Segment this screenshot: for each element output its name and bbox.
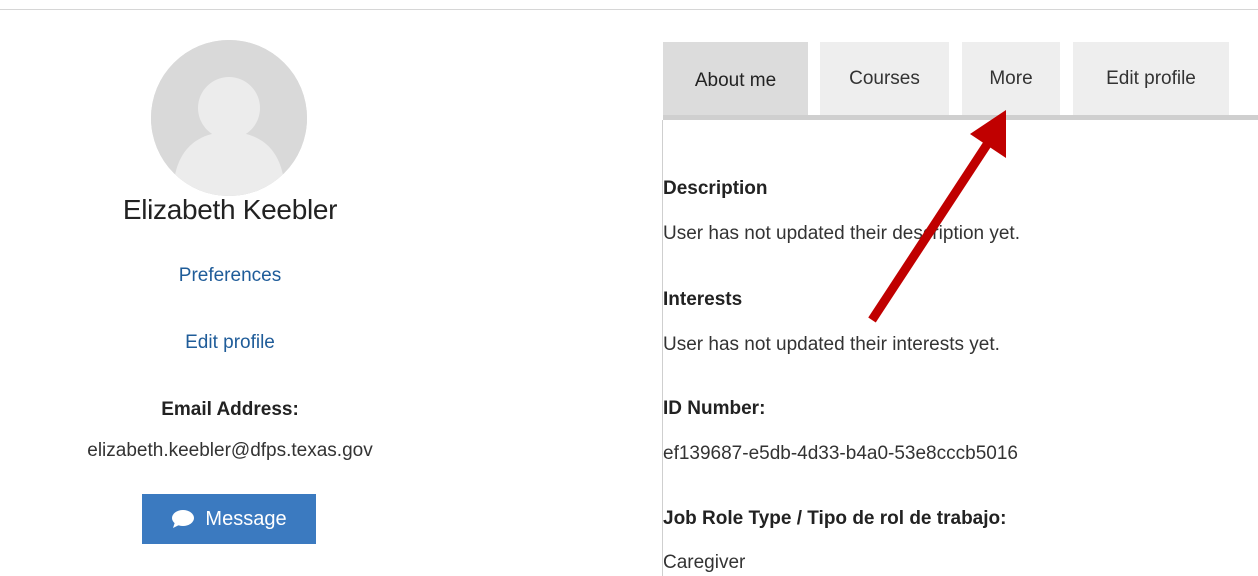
job-role-heading: Job Role Type / Tipo de rol de trabajo:	[663, 508, 1007, 529]
message-button[interactable]: Message	[142, 494, 316, 544]
description-value: User has not updated their description y…	[663, 223, 1020, 244]
description-heading: Description	[663, 178, 768, 199]
speech-bubble-icon	[171, 509, 195, 529]
tab-edit-profile[interactable]: Edit profile	[1073, 42, 1229, 115]
user-silhouette-icon	[151, 40, 307, 196]
id-number-value: ef139687-e5db-4d33-b4a0-53e8cccb5016	[663, 443, 1018, 464]
message-button-label: Message	[205, 507, 287, 530]
interests-value: User has not updated their interests yet…	[663, 334, 1000, 355]
preferences-link[interactable]: Preferences	[0, 265, 460, 287]
id-number-heading: ID Number:	[663, 398, 766, 419]
user-full-name: Elizabeth Keebler	[122, 194, 338, 225]
tab-about-me[interactable]: About me	[663, 42, 808, 120]
tab-more[interactable]: More	[962, 42, 1060, 115]
tab-courses[interactable]: Courses	[820, 42, 949, 115]
edit-profile-link[interactable]: Edit profile	[0, 332, 460, 354]
interests-heading: Interests	[663, 289, 743, 310]
email-value: elizabeth.keebler@dfps.texas.gov	[87, 440, 373, 461]
profile-tabs: About me Courses More Edit profile	[663, 42, 1258, 120]
email-label: Email Address:	[161, 399, 299, 420]
profile-sidebar: Elizabeth Keebler Preferences Edit profi…	[0, 0, 460, 576]
avatar	[151, 40, 307, 196]
tabs-underline	[663, 115, 1258, 120]
job-role-value: Caregiver	[663, 552, 746, 573]
